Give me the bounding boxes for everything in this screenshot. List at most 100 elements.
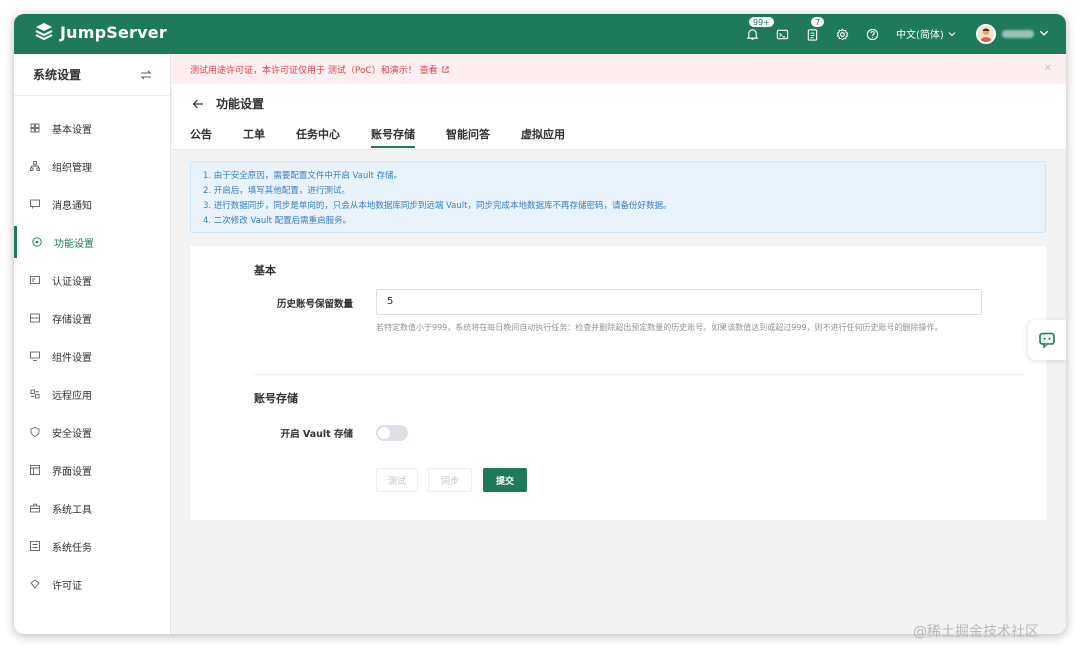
bell-icon xyxy=(746,28,758,40)
sidebar-item[interactable]: 基本设置 xyxy=(14,110,170,146)
external-link-icon[interactable] xyxy=(441,65,450,74)
section-divider xyxy=(254,374,1024,375)
tab-bar: 公告 工单 任务中心 账号存储 智能问答 虚拟应用 xyxy=(190,126,596,148)
terminal-icon xyxy=(776,29,788,39)
sidebar-item[interactable]: 系统工具 xyxy=(14,490,170,526)
vault-toggle-label: 开启 Vault 存储 xyxy=(280,429,353,440)
gear-icon xyxy=(836,28,848,40)
watermark: @稀土掘金技术社区 xyxy=(913,624,1039,640)
submit-button[interactable]: 提交 xyxy=(483,468,527,492)
sidebar-item-label: 消息通知 xyxy=(52,200,92,212)
user-avatar-icon xyxy=(980,28,992,42)
history-count-input[interactable]: 5 xyxy=(376,289,982,315)
tab[interactable]: 智能问答 xyxy=(446,126,490,148)
page-header: 功能设置 公告 工单 任务中心 账号存储 智能问答 虚拟应用 xyxy=(172,84,1066,150)
chevron-down-icon xyxy=(948,31,956,36)
sidebar-item-label: 远程应用 xyxy=(52,390,92,402)
arrow-left-icon[interactable] xyxy=(192,98,204,110)
sidebar-item[interactable]: 组织管理 xyxy=(14,148,170,184)
page-title: 功能设置 xyxy=(216,97,265,111)
org-tree-icon xyxy=(30,161,40,171)
toolbox-icon xyxy=(30,503,40,513)
sidebar: 系统设置 基本设置组织管理消息通知功能设置认证设置 存储设置组件设置远程应用安全设… xyxy=(14,54,171,634)
history-count-label: 历史账号保留数量 xyxy=(276,299,353,310)
section-title-account-storage: 账号存储 xyxy=(254,392,298,405)
sidebar-item-label: 界面设置 xyxy=(52,466,92,478)
layout-icon xyxy=(30,465,40,475)
notifications-button[interactable]: 99+ xyxy=(742,16,775,44)
sidebar-item[interactable]: 功能设置 xyxy=(14,224,170,260)
settings-button[interactable] xyxy=(832,24,852,44)
id-card-icon xyxy=(30,275,40,285)
sidebar-item[interactable]: 许可证 xyxy=(14,566,170,602)
sidebar-item[interactable]: 存储设置 xyxy=(14,300,170,336)
top-navbar: JumpServer 99+ 7 中文(简体) xyxy=(14,14,1066,54)
help-button[interactable] xyxy=(862,24,882,44)
tab[interactable]: 工单 xyxy=(243,126,265,148)
vault-toggle-switch[interactable] xyxy=(376,425,408,441)
clipboard-icon xyxy=(807,28,817,41)
section-title-basic: 基本 xyxy=(254,264,276,277)
main-content: 测试用途许可证，本许可证仅用于 测试（PoC）和演示！ 查看 ✕ 功能设置 公告… xyxy=(172,54,1066,634)
info-line: 2. 开启后，填写其他配置，进行测试。 xyxy=(203,186,350,196)
app-name: JumpServer xyxy=(60,22,167,42)
sidebar-item[interactable]: 安全设置 xyxy=(14,414,170,450)
storage-icon xyxy=(30,313,40,323)
shield-icon xyxy=(30,427,40,437)
message-icon xyxy=(30,199,40,209)
swap-icon[interactable] xyxy=(140,69,152,81)
chat-assistant-button[interactable] xyxy=(1028,320,1066,360)
sidebar-item-label: 组件设置 xyxy=(52,352,92,364)
sidebar-item-label: 基本设置 xyxy=(52,124,92,136)
language-selector[interactable]: 中文(简体) xyxy=(896,26,956,41)
sidebar-item-label: 许可证 xyxy=(52,580,82,592)
sidebar-item-label: 组织管理 xyxy=(52,162,92,174)
info-line: 3. 进行数据同步，同步是单向的，只会从本地数据库同步到远端 Vault，同步完… xyxy=(203,201,672,211)
logo-icon xyxy=(35,23,53,41)
tab[interactable]: 任务中心 xyxy=(296,126,340,148)
test-button[interactable]: 测试 xyxy=(376,468,418,492)
monitor-icon xyxy=(30,351,40,361)
page-title-row: 功能设置 xyxy=(192,95,264,112)
sync-button[interactable]: 同步 xyxy=(428,468,472,492)
sidebar-item[interactable]: 认证设置 xyxy=(14,262,170,298)
sidebar-item-label: 功能设置 xyxy=(54,238,94,250)
sidebar-header: 系统设置 xyxy=(14,54,170,96)
terminal-button[interactable] xyxy=(772,24,792,44)
sidebar-item-label: 系统工具 xyxy=(52,504,92,516)
tasks-badge: 7 xyxy=(810,16,826,28)
question-circle-icon xyxy=(866,28,878,40)
sidebar-item[interactable]: 系统任务 xyxy=(14,528,170,564)
sidebar-item[interactable]: 组件设置 xyxy=(14,338,170,374)
username-blurred[interactable] xyxy=(1002,30,1034,38)
license-icon xyxy=(30,579,40,589)
vault-info-notice: 1. 由于安全原因，需要配置文件中开启 Vault 存储。 2. 开启后，填写其… xyxy=(190,161,1046,233)
tab[interactable]: 账号存储 xyxy=(371,126,415,148)
app-logo[interactable]: JumpServer xyxy=(34,22,167,42)
license-alert-text: 测试用途许可证，本许可证仅用于 测试（PoC）和演示！ 查看 xyxy=(190,65,438,76)
license-alert: 测试用途许可证，本许可证仅用于 测试（PoC）和演示！ 查看 ✕ xyxy=(172,54,1066,84)
info-line: 4. 二次修改 Vault 配置后需重启服务。 xyxy=(203,216,352,226)
sidebar-title: 系统设置 xyxy=(33,68,82,82)
settings-form-card: 基本 历史账号保留数量 5 若特定数值小于999，系统将在每日晚间自动执行任务：… xyxy=(190,246,1046,520)
switch-knob xyxy=(378,427,390,439)
chevron-down-icon[interactable] xyxy=(1039,28,1049,38)
language-label: 中文(简体) xyxy=(896,30,944,41)
tab[interactable]: 公告 xyxy=(190,126,212,148)
app-window: JumpServer 99+ 7 中文(简体) 系统设置 基本设置 组织管理 消… xyxy=(14,14,1066,634)
sidebar-item[interactable]: 消息通知 xyxy=(14,186,170,222)
info-line: 1. 由于安全原因，需要配置文件中开启 Vault 存储。 xyxy=(203,171,403,181)
history-count-hint: 若特定数值小于999，系统将在每日晚间自动执行任务：检查并删除超出预定数量的历史… xyxy=(376,323,943,332)
sidebar-item-label: 安全设置 xyxy=(52,428,92,440)
chat-bubble-icon xyxy=(1039,332,1055,349)
sidebar-item[interactable]: 远程应用 xyxy=(14,376,170,412)
task-list-icon xyxy=(30,541,40,551)
grid-icon xyxy=(30,123,40,133)
apps-icon xyxy=(30,389,40,399)
sidebar-item[interactable]: 界面设置 xyxy=(14,452,170,488)
tasks-button[interactable]: 7 xyxy=(802,16,826,44)
notifications-badge: 99+ xyxy=(748,16,775,28)
close-icon[interactable]: ✕ xyxy=(1044,63,1052,74)
avatar[interactable] xyxy=(976,24,996,44)
tab[interactable]: 虚拟应用 xyxy=(521,126,565,148)
